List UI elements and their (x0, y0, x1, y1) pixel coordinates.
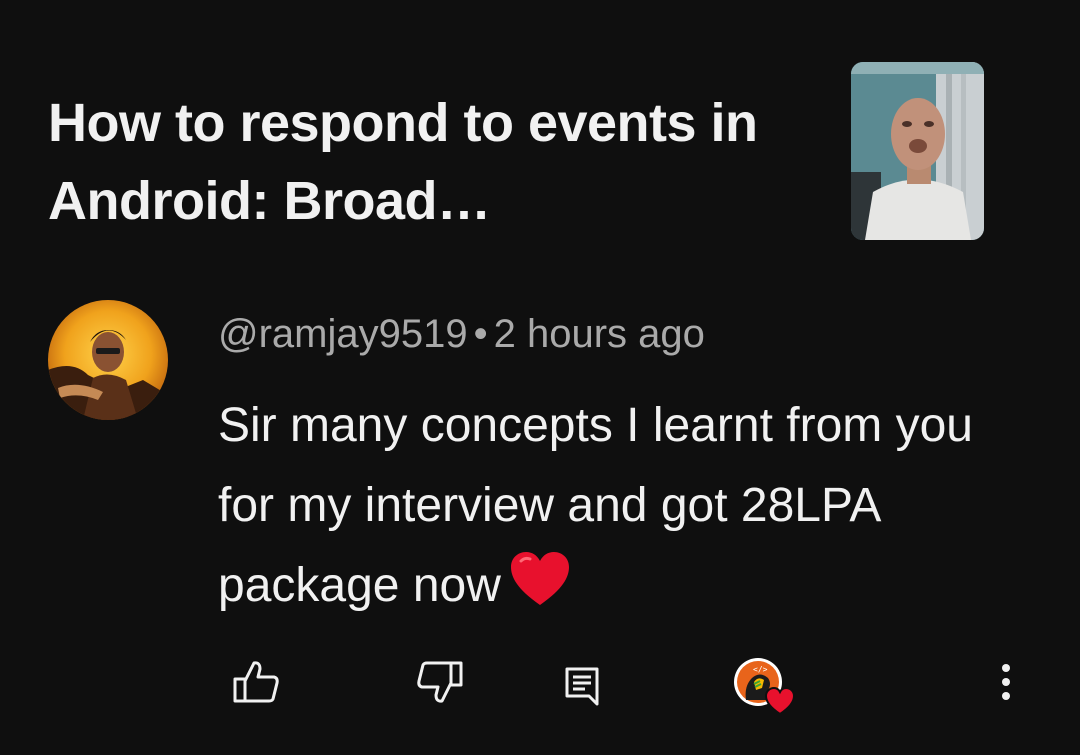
dislike-button[interactable] (412, 656, 468, 712)
creator-heart-icon: </> (732, 656, 796, 721)
comment-meta: @ramjay9519 • 2 hours ago (218, 312, 705, 357)
thumb-down-icon (416, 659, 464, 710)
video-thumbnail[interactable] (851, 62, 984, 240)
comment-body: Sir many concepts I learnt from you for … (218, 386, 1038, 632)
comment-reply-icon (564, 666, 600, 711)
thumb-up-icon (232, 659, 280, 710)
comment-text: Sir many concepts I learnt from you for … (218, 399, 973, 612)
video-title[interactable]: How to respond to events in Android: Bro… (48, 84, 808, 240)
red-heart-emoji-icon (509, 551, 571, 632)
reply-button[interactable] (554, 660, 610, 716)
comment-time: 2 hours ago (493, 312, 705, 356)
meta-separator: • (473, 312, 488, 356)
more-options-button[interactable] (978, 656, 1034, 712)
more-vertical-icon (1000, 662, 1012, 707)
commenter-avatar[interactable] (48, 300, 168, 420)
comment-author[interactable]: @ramjay9519 (218, 312, 468, 356)
svg-text:</>: </> (753, 665, 768, 674)
like-button[interactable] (228, 656, 284, 712)
creator-heart-badge: </> (734, 657, 796, 716)
